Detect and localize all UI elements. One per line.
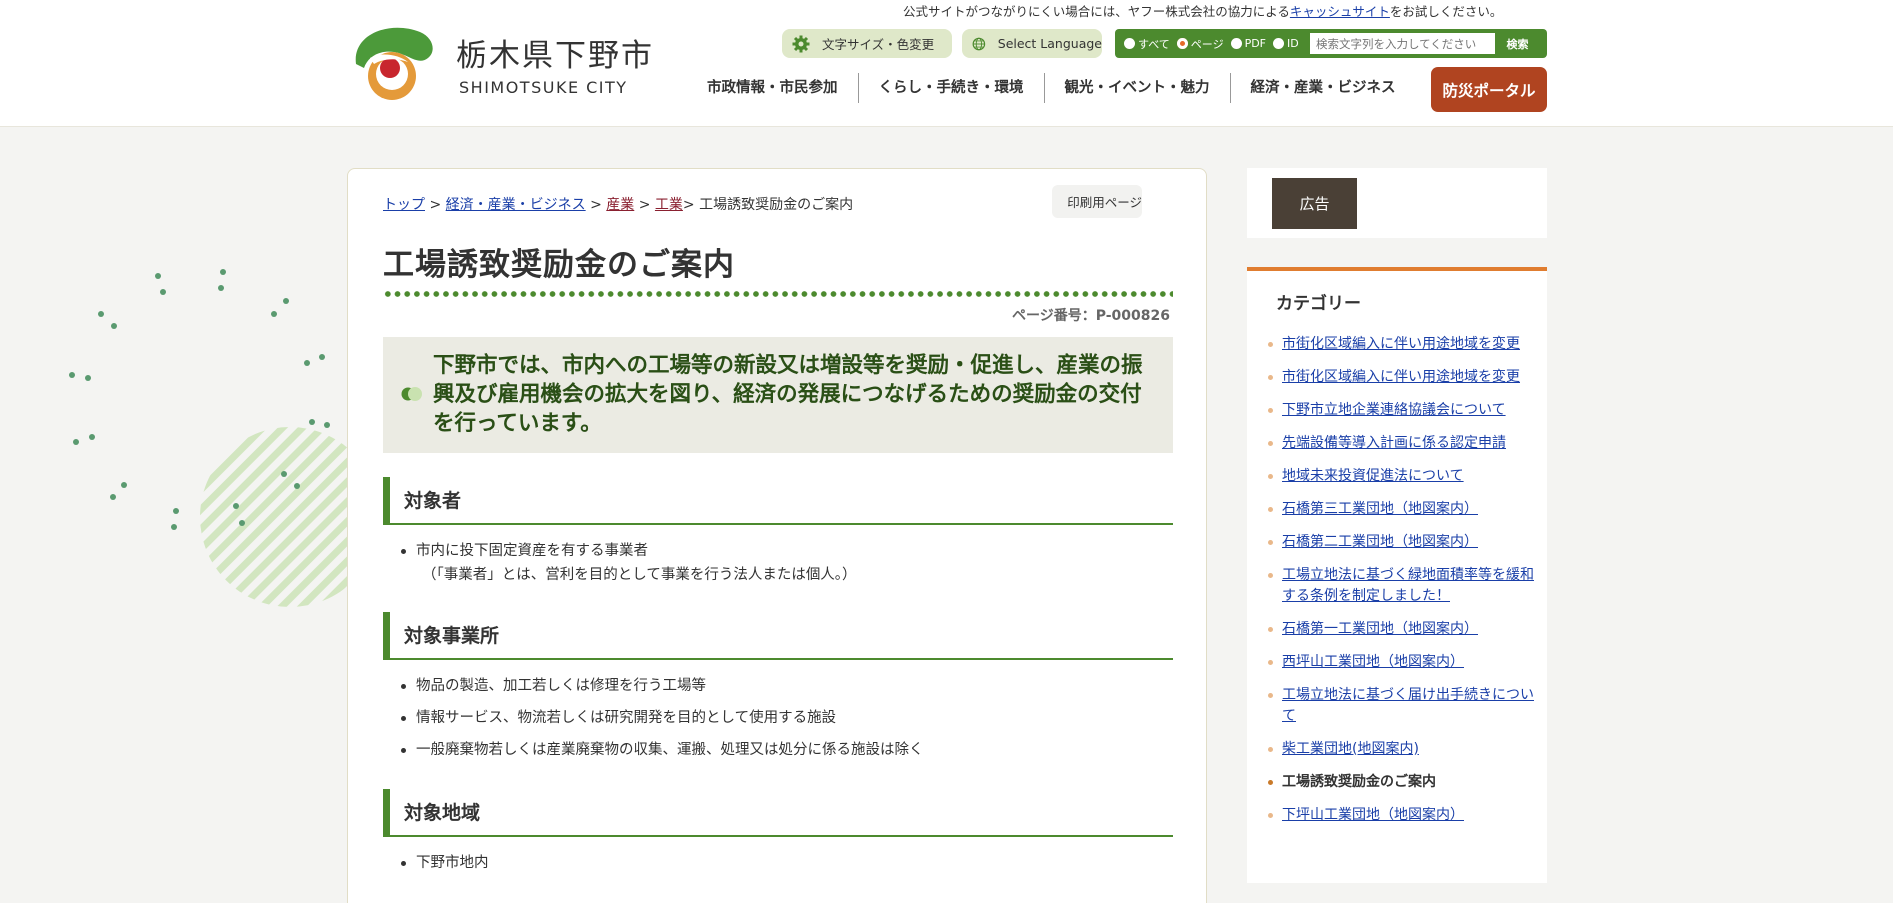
category-link[interactable]: 工場立地法に基づく緑地面積率等を緩和する条例を制定しました！ — [1282, 567, 1534, 604]
category-link[interactable]: 西坪山工業団地（地図案内） — [1282, 654, 1464, 670]
select-language-button[interactable]: Select Language — [962, 29, 1102, 58]
category-item: 石橋第二工業団地（地図案内） — [1264, 532, 1539, 553]
font-size-color-button[interactable]: 文字サイズ・色変更 — [782, 29, 952, 58]
search-button[interactable]: 検索 — [1495, 33, 1540, 54]
category-item: 工場立地法に基づく届け出手続きについて — [1264, 685, 1539, 727]
list-item: 一般廃棄物若しくは産業廃棄物の収集、運搬、処理又は処分に係る施設は除く — [400, 738, 924, 762]
category-item: 地域未来投資促進法について — [1264, 466, 1539, 487]
nav-tourism[interactable]: 観光・イベント・魅力 — [1045, 73, 1231, 103]
breadcrumb-top[interactable]: トップ — [383, 197, 425, 213]
category-item: 市街化区域編入に伴い用途地域を変更 — [1264, 367, 1539, 388]
ad-button[interactable]: 広告 — [1272, 178, 1357, 229]
search-scope-all[interactable]: すべて — [1124, 36, 1170, 52]
category-box: カテゴリー 市街化区域編入に伴い用途地域を変更 市街化区域編入に伴い用途地域を変… — [1247, 267, 1547, 883]
lead-box: 下野市では、市内への工場等の新設又は増設等を奨励・促進し、産業の振興及び雇用機会… — [383, 337, 1173, 453]
category-item: 西坪山工業団地（地図案内） — [1264, 652, 1539, 673]
list-item: 下野市地内 — [400, 851, 489, 875]
breadcrumb-economy[interactable]: 経済・産業・ビジネス — [446, 197, 586, 213]
category-link[interactable]: 下野市立地企業連絡協議会について — [1282, 402, 1506, 418]
category-current-label: 工場誘致奨励金のご案内 — [1282, 774, 1436, 790]
disaster-portal-button[interactable]: 防災ポータル — [1431, 67, 1547, 112]
category-item: 石橋第一工業団地（地図案内） — [1264, 619, 1539, 640]
print-page-button[interactable]: 印刷用ページ — [1052, 185, 1142, 218]
category-link[interactable]: 工場立地法に基づく届け出手続きについて — [1282, 687, 1534, 724]
search-input[interactable] — [1310, 33, 1495, 54]
search-scope-page[interactable]: ページ — [1176, 36, 1224, 52]
category-title: カテゴリー — [1276, 294, 1361, 314]
logo-title-jp[interactable]: 栃木県下野市 — [456, 30, 654, 75]
list-item: 情報サービス、物流若しくは研究開発を目的として使用する施設 — [400, 706, 924, 730]
logo-title-en[interactable]: SHIMOTSUKE CITY — [459, 78, 628, 97]
section-list-facility: 物品の製造、加工若しくは修理を行う工場等 情報サービス、物流若しくは研究開発を目… — [400, 674, 924, 770]
category-item: 先端設備等導入計画に係る認定申請 — [1264, 433, 1539, 454]
city-logo-icon[interactable] — [350, 24, 435, 108]
section-heading-target: 対象者 — [383, 477, 1173, 525]
section-heading-area: 対象地域 — [383, 789, 1173, 837]
nav-economy[interactable]: 経済・産業・ビジネス — [1231, 73, 1416, 103]
section-list-area: 下野市地内 — [400, 851, 489, 883]
category-link[interactable]: 下坪山工業団地（地図案内） — [1282, 807, 1464, 823]
category-link[interactable]: 石橋第三工業団地（地図案内） — [1282, 501, 1478, 517]
category-item: 下野市立地企業連絡協議会について — [1264, 400, 1539, 421]
breadcrumb-industry[interactable]: 産業 — [606, 197, 634, 213]
breadcrumb-manufacturing[interactable]: 工業 — [655, 197, 683, 213]
category-item-current: 工場誘致奨励金のご案内 — [1264, 772, 1539, 793]
search-scope-radios: すべて ページ PDF ID — [1118, 36, 1310, 52]
title-dotted-underline — [383, 290, 1173, 298]
category-link[interactable]: 石橋第一工業団地（地図案内） — [1282, 621, 1478, 637]
category-item: 工場立地法に基づく緑地面積率等を緩和する条例を制定しました！ — [1264, 565, 1539, 607]
category-link[interactable]: 石橋第二工業団地（地図案内） — [1282, 534, 1478, 550]
category-item: 下坪山工業団地（地図案内） — [1264, 805, 1539, 826]
page-title: 工場誘致奨励金のご案内 — [383, 247, 735, 283]
nav-living[interactable]: くらし・手続き・環境 — [859, 73, 1045, 103]
search-scope-pdf[interactable]: PDF — [1230, 37, 1266, 50]
lead-text: 下野市では、市内への工場等の新設又は増設等を奨励・促進し、産業の振興及び雇用機会… — [433, 353, 1143, 436]
category-link[interactable]: 地域未来投資促進法について — [1282, 468, 1464, 484]
cache-notice: 公式サイトがつながりにくい場合には、ヤフー株式会社の協力によるキャッシュサイトを… — [903, 4, 1503, 19]
globe-icon — [972, 37, 986, 50]
ad-box: 広告 — [1247, 168, 1547, 238]
search-scope-id[interactable]: ID — [1273, 37, 1299, 50]
breadcrumb-current: > 工場誘致奨励金のご案内 — [682, 197, 854, 213]
category-item: 柴工業団地(地図案内) — [1264, 739, 1539, 760]
section-heading-facility: 対象事業所 — [383, 612, 1173, 660]
decorative-dots-pattern — [69, 269, 347, 607]
category-link[interactable]: 柴工業団地(地図案内) — [1282, 741, 1419, 757]
list-item: 物品の製造、加工若しくは修理を行う工場等 — [400, 674, 924, 698]
category-link[interactable]: 先端設備等導入計画に係る認定申請 — [1282, 435, 1506, 451]
list-item: 市内に投下固定資産を有する事業者 （「事業者」とは、営利を目的として事業を行う法人… — [400, 539, 857, 587]
site-header: 公式サイトがつながりにくい場合には、ヤフー株式会社の協力によるキャッシュサイトを… — [0, 0, 1893, 127]
leaf-bullet-icon — [401, 387, 422, 401]
category-list: 市街化区域編入に伴い用途地域を変更 市街化区域編入に伴い用途地域を変更 下野市立… — [1264, 334, 1539, 838]
category-item: 市街化区域編入に伴い用途地域を変更 — [1264, 334, 1539, 355]
nav-city-info[interactable]: 市政情報・市民参加 — [705, 73, 859, 103]
page-number: ページ番号：P-000826 — [1012, 308, 1170, 324]
category-item: 石橋第三工業団地（地図案内） — [1264, 499, 1539, 520]
site-search: すべて ページ PDF ID 検索 — [1115, 29, 1547, 58]
category-link[interactable]: 市街化区域編入に伴い用途地域を変更 — [1282, 336, 1520, 352]
global-nav: 市政情報・市民参加 くらし・手続き・環境 観光・イベント・魅力 経済・産業・ビジ… — [705, 72, 1416, 104]
section-list-target: 市内に投下固定資産を有する事業者 （「事業者」とは、営利を目的として事業を行う法人… — [400, 539, 857, 595]
main-content: トップ > 経済・産業・ビジネス > 産業 > 工業> 工場誘致奨励金のご案内 … — [347, 168, 1207, 903]
category-link[interactable]: 市街化区域編入に伴い用途地域を変更 — [1282, 369, 1520, 385]
gear-icon — [792, 35, 810, 52]
cache-site-link[interactable]: キャッシュサイト — [1290, 4, 1390, 19]
breadcrumb: トップ > 経済・産業・ビジネス > 産業 > 工業> 工場誘致奨励金のご案内 — [383, 197, 854, 213]
